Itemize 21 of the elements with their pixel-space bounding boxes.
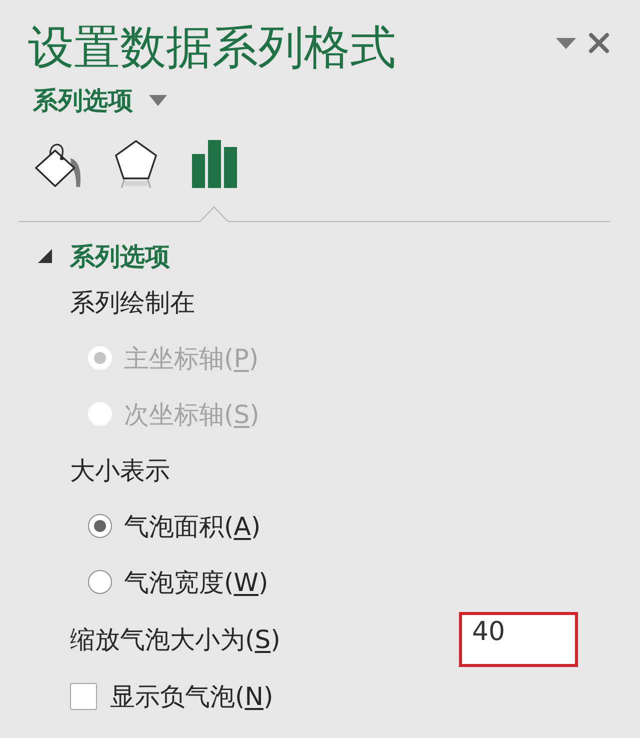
group-label: 系列绘制在 [70, 286, 195, 318]
options-dropdown[interactable]: 系列选项 [33, 82, 167, 118]
checkbox[interactable] [70, 682, 97, 710]
checkbox-label: 显示负气泡(N) [110, 680, 274, 712]
bar-chart-icon [192, 140, 236, 188]
caret-icon [149, 94, 167, 106]
radio-button[interactable] [88, 514, 112, 538]
option-label: 主坐标轴(P) [124, 342, 259, 374]
option-label: 气泡面积(A) [124, 510, 261, 542]
pentagon-icon [114, 139, 158, 189]
section-title: 系列选项 [70, 240, 170, 272]
radio-button[interactable] [88, 570, 112, 594]
group-label: 大小表示 [70, 454, 170, 486]
caret-icon[interactable] [556, 38, 576, 48]
close-icon[interactable] [588, 32, 610, 54]
option-label: 气泡宽度(W) [124, 566, 268, 598]
pane-title: 设置数据系列格式 [28, 19, 396, 76]
option-label: 次坐标轴(S) [124, 398, 260, 430]
field-label: 缩放气泡大小为(S) [70, 624, 282, 656]
triangle-icon[interactable] [38, 249, 52, 263]
size-field[interactable]: 40 [459, 612, 578, 666]
